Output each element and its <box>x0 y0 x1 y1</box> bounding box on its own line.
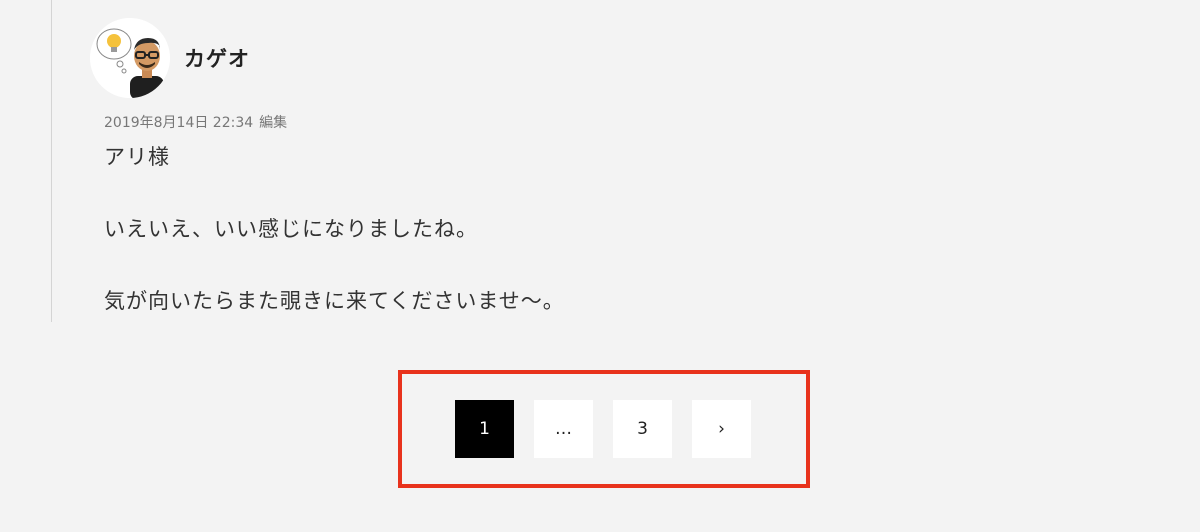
comment-meta: 2019年8月14日 22:34 編集 <box>104 112 1090 132</box>
comment-author: カゲオ <box>184 47 250 71</box>
thread-line <box>51 0 52 322</box>
comment-paragraph: いえいえ、いい感じになりましたね。 <box>104 217 478 241</box>
comment-paragraph: アリ様 <box>104 145 170 169</box>
next-page-button[interactable]: › <box>692 400 751 458</box>
edit-link[interactable]: 編集 <box>259 112 287 132</box>
page-3-button[interactable]: 3 <box>613 400 672 458</box>
comment: カゲオ 2019年8月14日 22:34 編集 アリ様 いえいえ、いい感じになり… <box>90 18 1090 356</box>
pagination: 1 … 3 › <box>455 400 751 458</box>
page-1-button[interactable]: 1 <box>455 400 514 458</box>
comment-date: 2019年8月14日 22:34 <box>104 115 254 131</box>
avatar-illustration-icon <box>90 18 170 98</box>
page-ellipsis: … <box>534 400 593 458</box>
comment-body: アリ様 いえいえ、いい感じになりましたね。 気が向いたらまた覗きに来てくださいま… <box>104 140 1090 318</box>
comment-header: カゲオ <box>90 18 1090 98</box>
avatar[interactable] <box>90 18 170 98</box>
comment-paragraph: 気が向いたらまた覗きに来てくださいませ〜。 <box>104 289 565 313</box>
